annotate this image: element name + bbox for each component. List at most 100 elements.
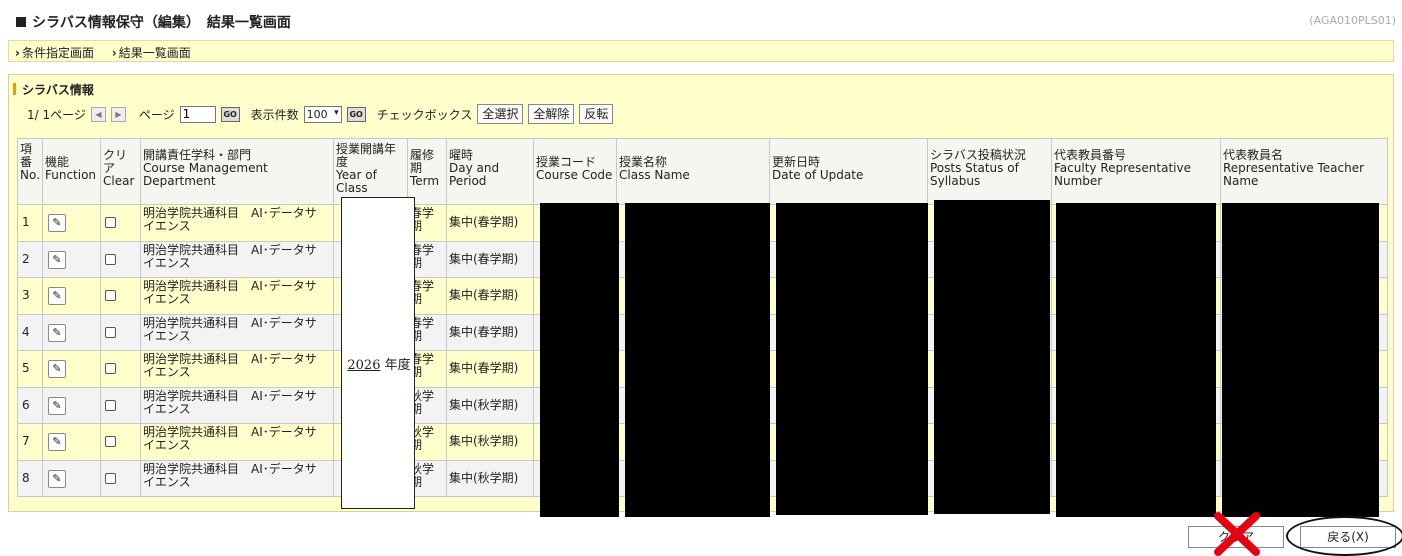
clear-checkbox[interactable] [105,363,116,374]
col-header-no: 項番 No. [17,138,43,205]
h-st-1: Posts Status of [930,161,1019,175]
h-st-2: Syllabus [930,174,981,188]
h-cl-1: ア [103,161,116,175]
clear-checkbox[interactable] [105,290,116,301]
clear-checkbox[interactable] [105,253,116,265]
function-cell: ✎ [42,459,101,497]
clear-all-button[interactable]: 全解除 [528,104,575,124]
chevron-down-icon: ▾ [334,107,339,118]
h-dp-2: Department [143,174,216,188]
page-go-button[interactable]: GO [220,106,240,122]
h-yr-0: 授業開講年 [336,142,397,156]
function-cell: ✎ [42,240,101,278]
h-cl-2: Clear [103,174,135,188]
dept-line-2: イエンス [143,474,191,489]
h-fn-0: 機能 [45,155,70,169]
h-yr-2: Year of [336,168,377,182]
h-cd-0: 授業コード [536,155,597,169]
clear-checkbox[interactable] [105,217,116,228]
period-cell: 集中(春学期) [446,204,534,242]
pencil-icon: ✎ [52,398,62,412]
pager: 1/ 1ページ ◀ ▶ ページ GO 表示件数 100 ▾ GO チェックボックス… [27,103,614,125]
col-header-year: 授業開講年度 Year of Class [333,138,408,205]
function-cell: ✎ [42,204,101,242]
pencil-icon: ✎ [52,435,62,448]
pencil-icon: ✎ [52,471,62,485]
col-header-period: 曜時 Day and Period [446,138,534,205]
dept-cell: 明治学院共通科目 AI･データサ イエンス [140,386,334,424]
clear-checkbox[interactable] [105,326,116,338]
h-yr-3: Class [336,181,368,195]
dept-line-2: イエンス [143,401,191,416]
h-cd-1: Course Code [536,168,613,182]
page-input[interactable] [179,105,216,123]
dept-line-2: イエンス [143,438,191,452]
clear-checkbox[interactable] [105,399,116,411]
clear-cell [100,386,141,424]
col-header-faculty-no: 代表教員番号 Faculty Representative Number [1051,138,1221,205]
edit-button[interactable]: ✎ [48,433,66,451]
row-number-text: 6 [22,397,30,412]
edit-button[interactable]: ✎ [48,250,66,269]
period-text: 集中(秋学期) [449,397,519,412]
pencil-icon: ✎ [52,216,62,229]
h-fn-1: Function [45,168,97,182]
edit-button[interactable]: ✎ [48,396,66,415]
redaction-class-name [625,203,770,517]
chevron-right-icon: › [111,46,117,60]
edit-button[interactable]: ✎ [48,323,66,342]
dept-cell: 明治学院共通科目 AI･データサ イエンス [140,350,334,388]
breadcrumb: › 条件指定画面 › 結果一覧画面 [8,40,1394,62]
invert-button[interactable]: 反転 [579,104,614,124]
next-page-button[interactable]: ▶ [110,106,126,122]
h-cn-0: 授業名称 [619,155,668,169]
h-no-0: 項 [20,142,33,156]
clear-checkbox[interactable] [105,472,116,484]
period-text: 集中(春学期) [449,215,519,230]
row-number: 5 [17,350,43,388]
row-number-text: 3 [22,288,30,303]
breadcrumb-condition-label: 条件指定画面 [21,46,94,60]
dept-line-2: イエンス [143,219,191,233]
clear-cell [100,350,141,388]
breadcrumb-condition[interactable]: › 条件指定画面 [15,46,94,60]
h-up-0: 更新日時 [772,155,821,169]
h-tm-2: Term [410,174,440,188]
col-header-code: 授業コード Course Code [533,138,617,205]
dept-line-1: 明治学院共通科目 AI･データサ [143,242,317,257]
row-number-text: 4 [22,324,30,339]
h-dp-0: 開講責任学科・部門 [143,148,252,162]
edit-button[interactable]: ✎ [48,287,66,305]
dept-line-2: イエンス [143,328,191,343]
redaction-date-update [776,203,928,515]
row-number-text: 8 [22,470,30,485]
year-number: 2026 [347,358,381,373]
dept-line-2: イエンス [143,255,191,270]
count-go-button[interactable]: GO [346,106,366,122]
col-header-term: 履修期 Term [407,138,447,205]
period-cell: 集中(秋学期) [446,386,534,424]
edit-button[interactable]: ✎ [48,360,66,378]
col-header-status: シラバス投稿状況 Posts Status of Syllabus [927,138,1052,205]
col-header-updated: 更新日時 Date of Update [769,138,928,205]
breadcrumb-results[interactable]: › 結果一覧画面 [112,46,191,60]
prev-page-button[interactable]: ◀ [90,106,106,122]
edit-button[interactable]: ✎ [48,469,66,488]
dept-line-1: 明治学院共通科目 AI･データサ [143,425,317,439]
clear-cell [100,423,141,461]
dept-line-1: 明治学院共通科目 AI･データサ [143,206,317,220]
edit-button[interactable]: ✎ [48,214,66,232]
period-cell: 集中(秋学期) [446,459,534,497]
col-header-clear: クリア Clear [100,138,141,205]
header-row: 項番 No. 機能 Function クリア Clear 開講責任学科・部門 Cours… [17,138,1388,205]
clear-checkbox[interactable] [105,436,116,447]
count-select-value: 100 [306,107,328,121]
dept-line-1: 明治学院共通科目 AI･データサ [143,461,317,476]
year-overlay: 2026 年度 [341,197,415,509]
count-select[interactable]: 100 ▾ [303,105,342,123]
year-value: 2026 年度 [342,354,416,373]
redaction-course-code [540,203,619,517]
select-all-button[interactable]: 全選択 [477,104,524,124]
h-tm-1: 期 [410,161,423,175]
dept-cell: 明治学院共通科目 AI･データサ イエンス [140,240,334,278]
